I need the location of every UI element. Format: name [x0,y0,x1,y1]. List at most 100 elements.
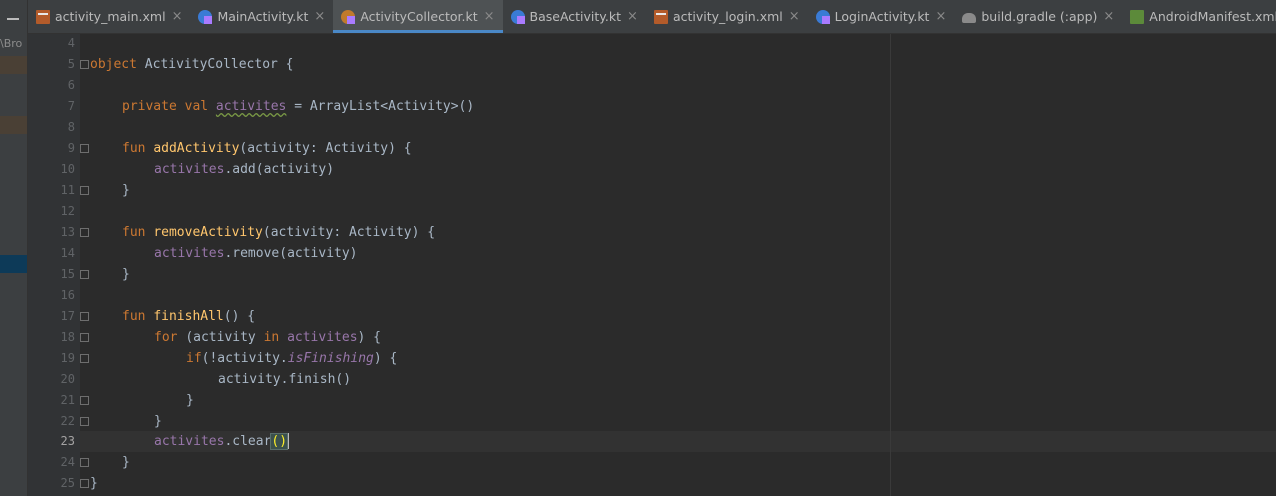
manifest-icon [1130,9,1145,24]
close-icon[interactable]: × [935,9,946,24]
code-token: (activity [185,330,264,345]
tab-mainactivity-kt[interactable]: MainActivity.kt × [190,0,333,33]
kotlin-class-icon [510,9,525,24]
code-token: (!activity. [201,351,288,366]
tree-selection-marker [0,116,27,134]
code-line: } [186,390,194,411]
code-token: .clear [224,434,272,449]
code-token: .add(activity) [224,162,335,177]
fold-toggle-icon[interactable] [80,312,89,321]
code-token: (activity: Activity) { [262,225,436,240]
code-token: ) { [357,330,382,345]
function-name-token: finishAll [153,309,224,324]
line-number: 23 [60,434,75,448]
kotlin-class-icon [198,9,213,24]
code-token: } [122,183,130,198]
project-path-fragment: \Bro [0,37,23,50]
code-token: .remove(activity) [224,246,358,261]
fold-end-icon[interactable] [80,479,89,488]
fold-end-icon[interactable] [80,270,89,279]
line-number: 6 [67,78,75,92]
fold-toggle-icon[interactable] [80,333,89,342]
code-line: fun addActivity(activity: Activity) { [122,138,412,159]
tab-activity-main-xml[interactable]: activity_main.xml × [28,0,190,33]
fold-toggle-icon[interactable] [80,60,89,69]
close-icon[interactable]: × [484,9,495,24]
xml-file-icon [36,9,50,24]
close-icon[interactable]: × [627,9,638,24]
fold-toggle-icon[interactable] [80,354,89,363]
tab-loginactivity-kt[interactable]: LoginActivity.kt × [808,0,955,33]
tab-activity-login-xml[interactable]: activity_login.xml × [646,0,808,33]
line-number: 4 [67,36,75,50]
line-number: 24 [60,455,75,469]
tree-selection-marker [0,255,27,273]
code-line: activites.remove(activity) [154,243,358,264]
text-caret [287,432,290,449]
line-number: 19 [60,351,75,365]
line-number: 12 [60,204,75,218]
property-token: activites [154,246,225,261]
tab-androidmanifest-xml[interactable]: AndroidManifest.xml [1122,0,1276,33]
line-number: 18 [60,330,75,344]
close-icon[interactable]: × [172,9,183,24]
tab-build-gradle[interactable]: build.gradle (:app) × [954,0,1122,33]
fold-end-icon[interactable] [80,186,89,195]
code-line: fun finishAll() { [122,306,255,327]
line-number: 10 [60,162,75,176]
line-number: 11 [60,183,75,197]
fold-end-icon[interactable] [80,396,89,405]
code-token: } [154,414,162,429]
code-line: fun removeActivity(activity: Activity) { [122,222,435,243]
code-line: } [122,180,130,201]
line-number: 15 [60,267,75,281]
property-token: activites [154,162,225,177]
code-token: } [122,455,130,470]
tab-label: BaseActivity.kt [529,9,622,24]
code-line: object ActivityCollector { [90,54,294,75]
code-line: private val activites = ArrayList<Activi… [122,96,474,117]
tab-label: ActivityCollector.kt [360,9,478,24]
tab-label: AndroidManifest.xml [1149,9,1276,24]
collapse-icon[interactable] [7,18,19,20]
code-line: activites.add(activity) [154,159,334,180]
fold-end-icon[interactable] [80,417,89,426]
close-icon[interactable]: × [789,9,800,24]
line-number: 21 [60,393,75,407]
code-line: } [90,473,98,494]
keyword-token: for [154,330,186,345]
function-name-token: removeActivity [153,225,263,240]
tree-selection-marker [0,56,27,74]
code-line: if(!activity.isFinishing) { [186,348,397,369]
close-icon[interactable]: × [1103,9,1114,24]
keyword-token: if [186,351,202,366]
function-name-token: addActivity [153,141,240,156]
property-token: activites [154,434,225,449]
line-number: 14 [60,246,75,260]
line-number: 22 [60,414,75,428]
right-margin-guide [890,34,891,496]
tab-baseactivity-kt[interactable]: BaseActivity.kt × [503,0,646,33]
close-icon[interactable]: × [314,9,325,24]
line-number: 9 [67,141,75,155]
tab-label: LoginActivity.kt [834,9,930,24]
property-token: isFinishing [287,351,374,366]
code-line: activity.finish() [218,369,351,390]
code-token: ) { [373,351,398,366]
tab-activitycollector-kt[interactable]: ActivityCollector.kt × [333,0,503,33]
tab-label: build.gradle (:app) [981,9,1098,24]
line-number: 7 [67,99,75,113]
project-tool-strip[interactable]: \Bro [0,0,28,496]
code-line: activites.clear() [154,431,290,452]
line-number: 20 [60,372,75,386]
line-number: 5 [67,57,75,71]
code-token: } [90,476,98,491]
property-token: activites [215,99,287,114]
code-token: () { [223,309,256,324]
fold-toggle-icon[interactable] [80,144,89,153]
kotlin-object-icon [341,9,356,24]
fold-toggle-icon[interactable] [80,228,89,237]
code-token: = ArrayList<Activity>() [286,99,475,114]
fold-end-icon[interactable] [80,458,89,467]
code-line: } [154,411,162,432]
